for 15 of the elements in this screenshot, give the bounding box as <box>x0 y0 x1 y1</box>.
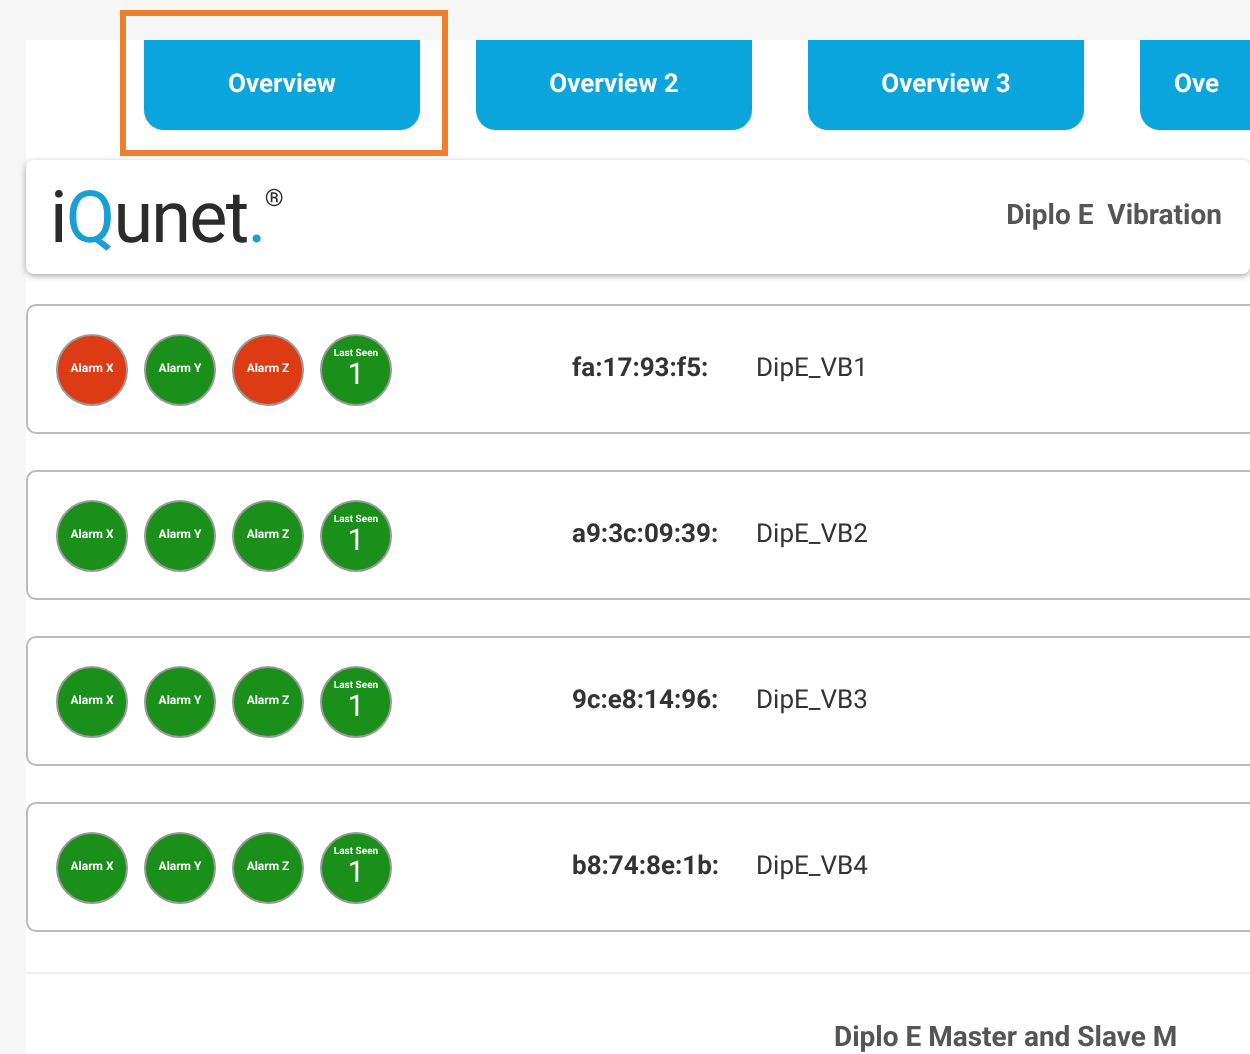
mac-address: fa:17:93:f5: <box>572 351 711 388</box>
mac-address: a9:3c:09:39: <box>572 517 721 554</box>
tab[interactable]: Ove <box>1140 40 1250 130</box>
device-name: DipE_VB4 <box>756 849 868 886</box>
tab[interactable]: Overview 3 <box>808 40 1084 130</box>
tab[interactable]: Overview 2 <box>476 40 752 130</box>
device-name: DipE_VB1 <box>756 351 868 388</box>
section-title: Diplo E Master and Slave M <box>834 1020 1178 1054</box>
device-name: DipE_VB3 <box>756 683 868 720</box>
page-title: Diplo E Vibration <box>1006 198 1222 236</box>
tab[interactable]: Overview <box>144 40 420 130</box>
mac-address: 9c:e8:14:96: <box>572 683 721 720</box>
mac-address: b8:74:8e:1b: <box>572 849 722 886</box>
device-name: DipE_VB2 <box>756 517 868 554</box>
logo: iQunet.® <box>50 181 282 253</box>
